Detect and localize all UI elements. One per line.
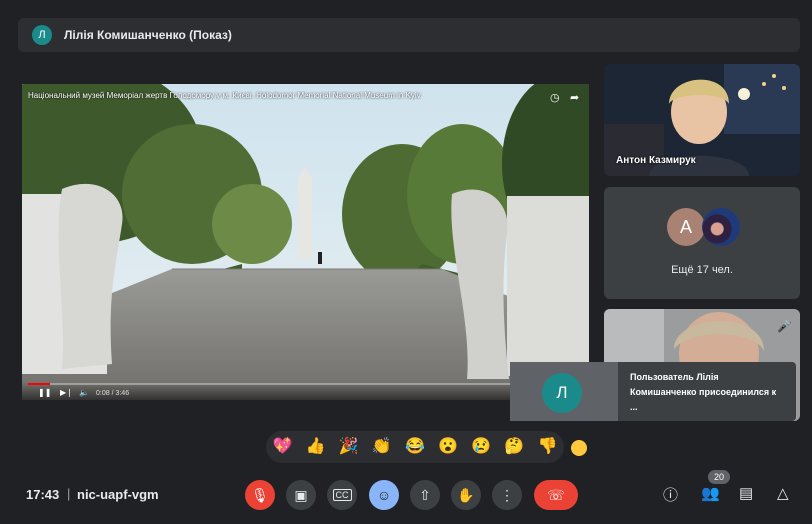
camera-toggle-button[interactable]: ▣ <box>286 480 316 510</box>
raise-hand-icon: ✋ <box>457 486 475 503</box>
reaction-emoji[interactable]: 👍 <box>306 439 326 455</box>
video-progress-fill <box>28 383 51 385</box>
chat-icon: ▤ <box>739 485 754 502</box>
emoji-icon: ☺ <box>376 487 392 503</box>
participant-avatar: А <box>667 208 705 246</box>
participant-name: Антон Казмирук <box>616 155 696 166</box>
separator: | <box>67 486 71 501</box>
reaction-emoji[interactable]: 💖 <box>273 439 293 455</box>
leave-call-button[interactable]: ☏ <box>534 480 578 510</box>
notification-message: Пользователь Лілія Комишанченко присоеди… <box>630 372 777 412</box>
reaction-emoji[interactable]: 😢 <box>471 439 491 455</box>
present-button[interactable]: ⇧ <box>410 480 440 510</box>
emoji-button[interactable]: ☺ <box>369 480 399 510</box>
video-frame-image <box>22 84 589 400</box>
notification-avatar-panel: Л <box>510 362 618 421</box>
captions-button[interactable]: CC <box>327 480 357 510</box>
reaction-emoji[interactable]: 🎉 <box>339 439 359 455</box>
activities-icon: △ <box>777 485 789 502</box>
join-notification[interactable]: Л Пользователь Лілія Комишанченко присое… <box>510 362 796 421</box>
participant-tile-others[interactable]: А Ещё 17 чел. <box>604 187 800 299</box>
clock: 17:43 <box>26 487 60 502</box>
end-call-icon: ☏ <box>547 486 565 503</box>
meeting-code: nic-uapf-vgm <box>77 487 159 502</box>
video-progress-bar[interactable] <box>28 383 583 385</box>
video-title: Національний музей Меморіал жертв Голодо… <box>28 91 421 100</box>
captions-icon: CC <box>332 489 352 501</box>
people-icon: 👥 <box>701 485 720 502</box>
more-options-button[interactable]: ⋮ <box>492 480 522 510</box>
watch-later-icon[interactable]: ◷ <box>550 91 560 104</box>
participant-avatar-photo <box>702 208 740 246</box>
notification-avatar: Л <box>542 373 582 413</box>
video-time: 0:08 / 3:46 <box>96 390 130 397</box>
present-icon: ⇧ <box>419 486 431 503</box>
camera-icon: ▣ <box>294 486 308 503</box>
people-button[interactable]: 👥 <box>701 484 720 502</box>
mic-toggle-button[interactable]: 🎙 <box>245 480 275 510</box>
info-icon: ⓘ <box>663 487 679 504</box>
reaction-emoji[interactable]: 😮 <box>438 439 458 455</box>
pause-icon[interactable]: ❚❚ <box>38 388 51 397</box>
participant-tile-anton[interactable]: Антон Казмирук <box>604 64 800 176</box>
presenter-title: Лілія Комишанченко (Показ) <box>64 28 232 42</box>
people-count-badge: 20 <box>708 470 730 484</box>
presenter-avatar: Л <box>32 25 52 45</box>
volume-icon[interactable]: 🔈 <box>79 388 89 397</box>
more-vert-icon: ⋮ <box>500 486 514 503</box>
share-icon[interactable]: ➦ <box>570 91 579 104</box>
presentation-video[interactable]: Національний музей Меморіал жертв Голодо… <box>22 84 589 400</box>
reaction-emoji[interactable]: 👏 <box>372 439 392 455</box>
reaction-emoji[interactable]: 👎 <box>537 439 557 455</box>
next-icon[interactable]: ▶❘ <box>60 388 73 397</box>
others-count-label: Ещё 17 чел. <box>671 264 733 276</box>
reactions-bar: 💖 👍 🎉 👏 😂 😮 😢 🤔 👎 <box>266 431 564 463</box>
info-button[interactable]: ⓘ <box>663 484 678 505</box>
presenter-title-bar: Л Лілія Комишанченко (Показ) <box>18 18 800 52</box>
skin-tone-button[interactable] <box>571 440 587 456</box>
chat-button[interactable]: ▤ <box>739 484 753 502</box>
raise-hand-button[interactable]: ✋ <box>451 480 481 510</box>
activities-button[interactable]: △ <box>777 484 789 502</box>
mic-off-icon: 🎙 <box>251 486 269 503</box>
reaction-emoji[interactable]: 🤔 <box>504 439 524 455</box>
reaction-emoji[interactable]: 😂 <box>405 439 425 455</box>
mic-off-icon: 🎤 <box>777 319 792 333</box>
